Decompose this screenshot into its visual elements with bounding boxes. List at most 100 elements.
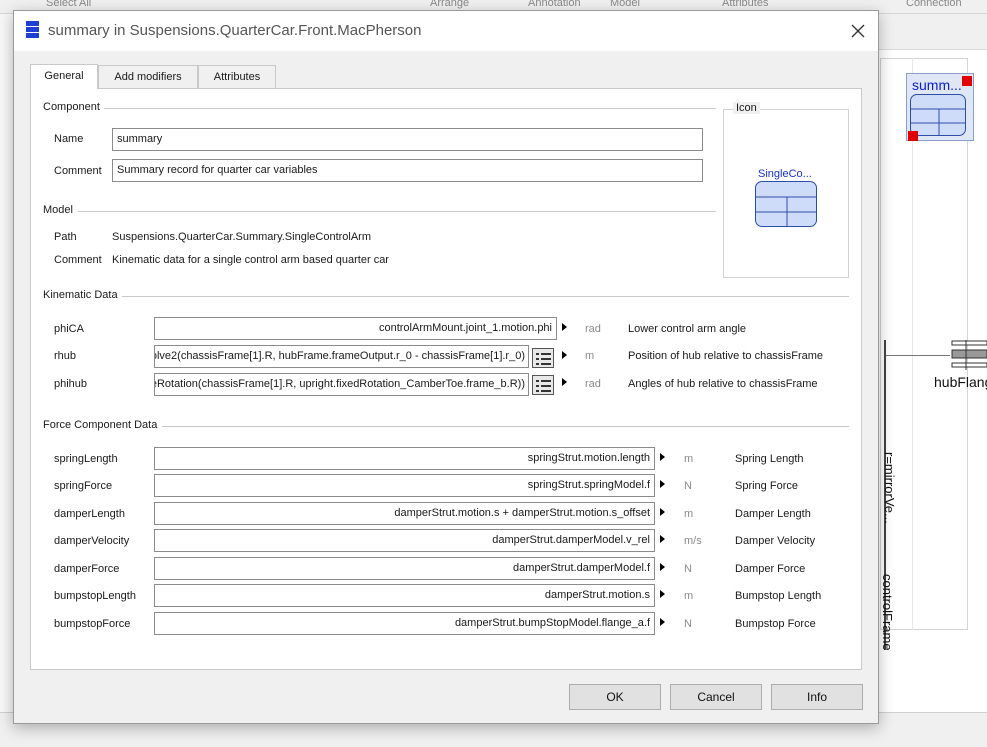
force-value-field[interactable]: damperStrut.damperModel.f [154,557,655,580]
unit-label: m [585,350,595,362]
force-row-name: damperVelocity [54,535,130,547]
kinematic-row-name: phiCA [54,323,84,335]
component-group-divider [104,108,716,109]
force-value-field[interactable]: damperStrut.damperModel.v_rel [154,529,655,552]
comment-label: Comment [54,165,102,177]
kinematic-row-name: phihub [54,378,88,390]
model-comment-value: Kinematic data for a single control arm … [112,254,389,266]
connection-line[interactable] [886,355,950,356]
diagram-gridline [912,58,913,630]
force-row-name: bumpstopLength [54,590,136,602]
force-row-name: damperForce [54,563,120,575]
attributes-button[interactable]: Attributes [722,0,768,9]
force-value-field[interactable]: springStrut.springModel.f [154,474,655,497]
tab-attributes[interactable]: Attributes [198,65,276,89]
expand-arrow-icon[interactable] [660,508,665,516]
force-group-title: Force Component Data [43,419,161,431]
arrange-button[interactable]: Arrange [430,0,469,9]
force-value-field[interactable]: damperStrut.motion.s [154,584,655,607]
component-properties-dialog: summary in Suspensions.QuarterCar.Front.… [13,10,879,724]
unit-label: N [684,563,692,575]
model-button[interactable]: Model [610,0,640,9]
component-group-title: Component [43,101,103,113]
path-value: Suspensions.QuarterCar.Summary.SingleCon… [112,231,372,243]
model-comment-label: Comment [54,254,102,266]
force-row-name: bumpstopForce [54,618,131,630]
force-value-field[interactable]: damperStrut.bumpStopModel.flange_a.f [154,612,655,635]
force-value-field[interactable]: damperStrut.motion.s + damperStrut.motio… [154,502,655,525]
kinematic-group-title: Kinematic Data [43,289,121,301]
ok-button[interactable]: OK [569,684,661,710]
kinematic-value-text: eRotation(chassisFrame[1].R, upright.fix… [154,378,525,390]
tab-general[interactable]: General [30,64,98,89]
matrix-editor-icon[interactable] [532,375,554,395]
kinematic-value-text: solve2(chassisFrame[1].R, hubFrame.frame… [154,350,525,362]
control-frame-label: controlFrame [880,574,895,651]
kinematic-group-divider [122,296,849,297]
tab-add-modifiers[interactable]: Add modifiers [98,65,198,89]
expand-arrow-icon[interactable] [660,453,665,461]
canvas-ribbon [878,14,987,50]
description-label: Position of hub relative to chassisFrame [628,350,824,362]
expand-arrow-icon[interactable] [660,480,665,488]
cancel-button[interactable]: Cancel [670,684,762,710]
icon-preview-label: SingleCo... [758,168,812,180]
unit-label: rad [585,323,601,335]
description-label: Spring Length [735,453,804,465]
expand-arrow-icon[interactable] [562,323,567,331]
expand-arrow-icon[interactable] [562,351,567,359]
unit-label: m/s [684,535,702,547]
description-label: Damper Force [735,563,806,575]
summary-grid-icon [910,94,966,136]
description-label: Angles of hub relative to chassisFrame [628,378,818,390]
description-label: Lower control arm angle [628,323,747,335]
description-label: Bumpstop Length [735,590,822,602]
name-label: Name [54,133,84,145]
matrix-editor-icon[interactable] [532,348,554,368]
unit-label: N [684,618,692,630]
icon-group-title: Icon [733,102,760,114]
expand-arrow-icon[interactable] [660,563,665,571]
selection-handle-icon[interactable] [908,131,918,141]
mirror-vector-label: r=mirrorVe... [882,452,897,524]
name-field[interactable]: summary [112,128,703,151]
kinematic-value-field[interactable]: solve2(chassisFrame[1].R, hubFrame.frame… [154,345,529,368]
connection-button[interactable]: Connection [906,0,962,9]
summary-component-label: summ... [912,77,962,93]
annotation-button[interactable]: Annotation [528,0,581,9]
unit-label: N [684,480,692,492]
comment-field[interactable]: Summary record for quarter car variables [112,159,703,182]
model-group-title: Model [43,204,76,216]
description-label: Damper Velocity [735,535,816,547]
selection-handle-icon[interactable] [962,76,972,86]
model-group-divider [78,211,716,212]
force-group-divider [162,426,849,427]
expand-arrow-icon[interactable] [660,590,665,598]
dialog-title: summary in Suspensions.QuarterCar.Front.… [48,22,422,39]
kinematic-value-field[interactable]: controlArmMount.joint_1.motion.phi [154,317,557,340]
kinematic-value-field[interactable]: eRotation(chassisFrame[1].R, upright.fix… [154,373,529,396]
force-row-name: springLength [54,453,118,465]
path-label: Path [54,231,77,243]
info-button[interactable]: Info [771,684,863,710]
hub-flange-icon[interactable] [950,340,987,370]
force-row-name: springForce [54,480,113,492]
dialog-titlebar[interactable]: summary in Suspensions.QuarterCar.Front.… [14,11,878,51]
close-icon[interactable] [847,20,869,42]
expand-arrow-icon[interactable] [562,378,567,386]
force-row-name: damperLength [54,508,125,520]
description-label: Spring Force [735,480,798,492]
record-grid-icon [755,181,817,227]
hub-flange-label: hubFlang [934,374,987,390]
expand-arrow-icon[interactable] [660,618,665,626]
description-label: Bumpstop Force [735,618,816,630]
force-value-field[interactable]: springStrut.motion.length [154,447,655,470]
unit-label: rad [585,378,601,390]
select-all-button[interactable]: Select All [46,0,91,9]
background-left-panel [0,14,14,714]
unit-label: m [684,453,694,465]
kinematic-row-name: rhub [54,350,77,362]
app-logo-icon [26,21,39,38]
expand-arrow-icon[interactable] [660,535,665,543]
unit-label: m [684,590,694,602]
